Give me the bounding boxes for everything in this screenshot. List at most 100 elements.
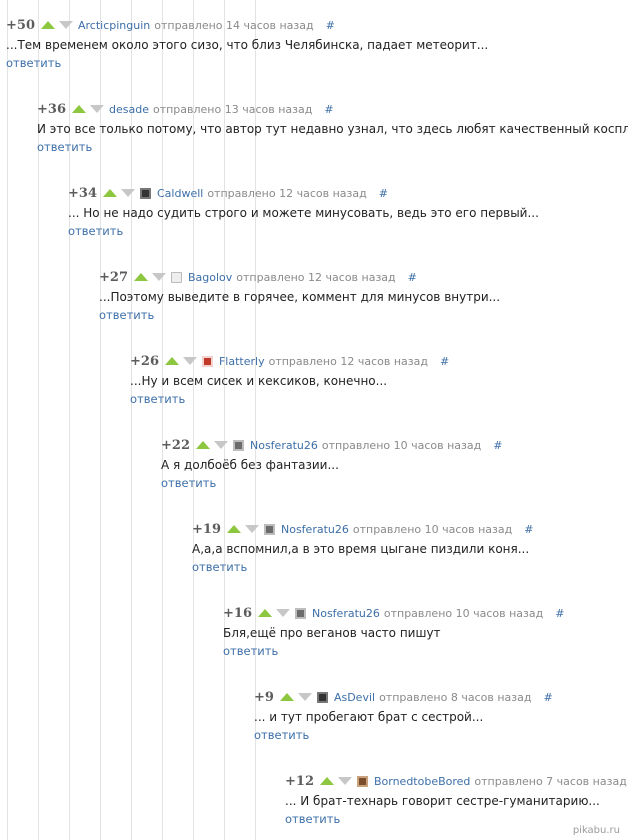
comment-author-link[interactable]: Arcticpinguin [78, 19, 150, 32]
upvote-arrow-icon[interactable] [226, 525, 241, 533]
comment-permalink[interactable]: # [324, 103, 333, 116]
upvote-arrow-icon[interactable] [133, 273, 148, 281]
comment-permalink[interactable]: # [493, 439, 502, 452]
comment-permalink[interactable]: # [440, 355, 449, 368]
comment-text: ...Ну и всем сисек и кексиков, конечно..… [130, 374, 388, 388]
comment-author-link[interactable]: Bagolov [188, 271, 232, 284]
comment-timestamp: отправлено 8 часов назад [379, 690, 532, 704]
comment-rating: +22 [161, 437, 190, 453]
comment-author-link[interactable]: Flatterly [219, 355, 265, 368]
comment-header: +26 Flatterly отправлено 12 часов назад # [130, 352, 449, 370]
comment-author-link[interactable]: Nosferatu26 [312, 607, 380, 620]
comment: +16 Nosferatu26 отправлено 10 часов назад #… [223, 604, 564, 659]
avatar-icon [170, 271, 182, 283]
comment-text: Бля,ещё про веганов часто пишут [223, 626, 441, 640]
upvote-arrow-icon[interactable] [319, 777, 334, 785]
avatar-icon [263, 523, 275, 535]
comment-author-link[interactable]: Caldwell [157, 187, 203, 200]
avatar-icon [316, 691, 328, 703]
comment-author-link[interactable]: AsDevil [334, 691, 375, 704]
comment: +9 AsDevil отправлено 8 часов назад # ... и … [254, 688, 553, 743]
comment: +50 Arcticpinguin отправлено 14 часов наза… [6, 16, 489, 71]
comment-header: +36 desade отправлено 13 часов назад # [37, 100, 628, 118]
comment-text: И это все только потому, что автор тут н… [37, 122, 628, 136]
downvote-arrow-icon[interactable] [337, 777, 352, 785]
reply-link[interactable]: ответить [68, 224, 539, 238]
comment-header: +19 Nosferatu26 отправлено 10 часов назад # [192, 520, 533, 538]
downvote-arrow-icon[interactable] [89, 105, 104, 113]
comment-permalink[interactable]: # [408, 271, 417, 284]
watermark: pikabu.ru [572, 825, 620, 836]
upvote-arrow-icon[interactable] [102, 189, 117, 197]
upvote-arrow-icon[interactable] [279, 693, 294, 701]
comment-text: ...Поэтому выведите в горячее, коммент д… [99, 290, 501, 304]
comment: +36 desade отправлено 13 часов назад # И это… [37, 100, 628, 155]
upvote-arrow-icon[interactable] [71, 105, 86, 113]
reply-link[interactable]: ответить [254, 728, 553, 742]
comment-timestamp: отправлено 12 часов назад [207, 186, 367, 200]
downvote-arrow-icon[interactable] [244, 525, 259, 533]
comment-timestamp: отправлено 12 часов назад [236, 270, 396, 284]
avatar-icon [356, 775, 368, 787]
reply-link[interactable]: ответить [130, 392, 449, 406]
avatar-icon [232, 439, 244, 451]
comment-header: +27 Bagolov отправлено 12 часов назад # [99, 268, 500, 286]
reply-link[interactable]: ответить [223, 644, 564, 658]
comment-timestamp: отправлено 7 часов назад [474, 774, 627, 788]
comment-permalink[interactable]: # [543, 691, 552, 704]
reply-link[interactable]: ответить [192, 560, 533, 574]
reply-link[interactable]: ответить [6, 56, 488, 70]
downvote-arrow-icon[interactable] [275, 609, 290, 617]
downvote-arrow-icon[interactable] [58, 21, 73, 29]
comment-header: +9 AsDevil отправлено 8 часов назад # [254, 688, 553, 706]
comment-text: ...Тем временем около этого сизо, что бл… [6, 38, 489, 52]
comment-author-link[interactable]: desade [109, 103, 149, 116]
reply-link[interactable]: ответить [37, 140, 628, 154]
comment-text: А,а,а вспомнил,а в это время цыгане пизд… [192, 542, 530, 556]
upvote-arrow-icon[interactable] [257, 609, 272, 617]
comment-text: А я долбоёб без фантазии... [161, 458, 339, 472]
comment-rating: +27 [99, 269, 128, 285]
comment: +26 Flatterly отправлено 12 часов назад #..… [130, 352, 449, 407]
comment-author-link[interactable]: BornedtobeBored [374, 775, 470, 788]
thread-line [7, 0, 8, 840]
comment-header: +16 Nosferatu26 отправлено 10 часов назад # [223, 604, 564, 622]
avatar-icon [201, 355, 213, 367]
comment-permalink[interactable]: # [379, 187, 388, 200]
downvote-arrow-icon[interactable] [297, 693, 312, 701]
comment-header: +22 Nosferatu26 отправлено 10 часов назад # [161, 436, 502, 454]
comment-timestamp: отправлено 10 часов назад [383, 606, 544, 620]
downvote-arrow-icon[interactable] [120, 189, 135, 197]
comment: +27 Bagolov отправлено 12 часов назад # ...П… [99, 268, 501, 323]
upvote-arrow-icon[interactable] [40, 21, 55, 29]
comment-permalink[interactable]: # [555, 607, 564, 620]
comment: +19 Nosferatu26 отправлено 10 часов назад #… [192, 520, 533, 575]
avatar-icon [294, 607, 306, 619]
upvote-arrow-icon[interactable] [164, 357, 179, 365]
comment-header: +34 Caldwell отправлено 12 часов назад # [68, 184, 539, 202]
avatar-icon [139, 187, 151, 199]
comment-timestamp: отправлено 13 часов назад [152, 102, 313, 116]
comment: +22 Nosferatu26 отправлено 10 часов назад #… [161, 436, 502, 491]
comment: +12 BornedtobeBored отправлено 7 часов наз… [285, 772, 628, 827]
comment-timestamp: отправлено 12 часов назад [268, 354, 428, 368]
upvote-arrow-icon[interactable] [195, 441, 210, 449]
comment-permalink[interactable]: # [524, 523, 533, 536]
downvote-arrow-icon[interactable] [151, 273, 166, 281]
downvote-arrow-icon[interactable] [213, 441, 228, 449]
reply-link[interactable]: ответить [161, 476, 502, 490]
reply-link[interactable]: ответить [99, 308, 500, 322]
comment-rating: +19 [192, 521, 221, 537]
comment-text: ... Но не надо судить строго и можете ми… [68, 206, 539, 220]
comment-rating: +16 [223, 605, 252, 621]
comment-rating: +9 [254, 689, 274, 705]
reply-link[interactable]: ответить [285, 812, 628, 826]
comment-timestamp: отправлено 10 часов назад [352, 522, 513, 536]
comment-author-link[interactable]: Nosferatu26 [250, 439, 318, 452]
comment-rating: +50 [6, 17, 35, 33]
downvote-arrow-icon[interactable] [182, 357, 197, 365]
comment-header: +12 BornedtobeBored отправлено 7 часов наз… [285, 772, 628, 790]
comment-permalink[interactable]: # [326, 19, 335, 32]
comment-rating: +26 [130, 353, 159, 369]
comment-author-link[interactable]: Nosferatu26 [281, 523, 349, 536]
